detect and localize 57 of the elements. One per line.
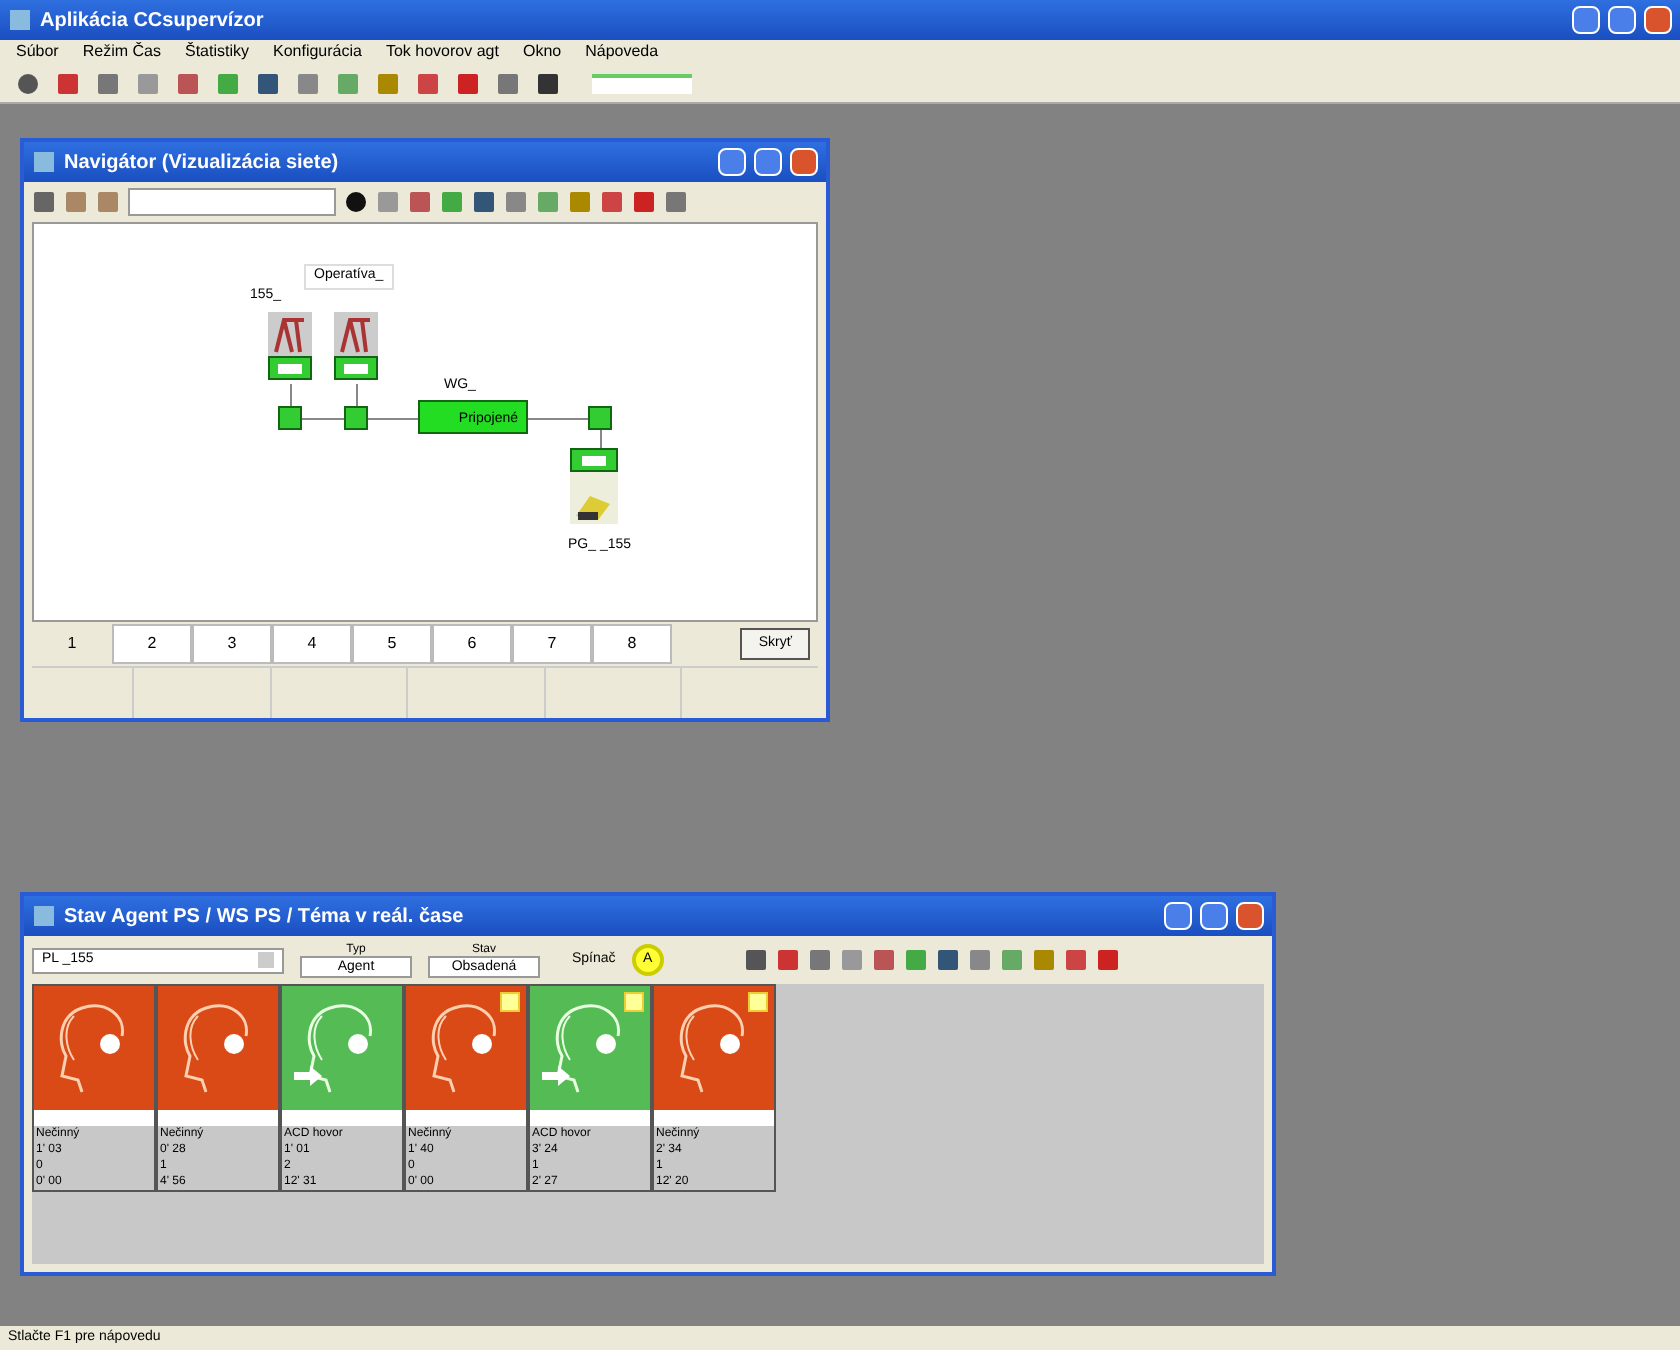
tool-icon[interactable] [632,190,656,214]
flag-marker [624,992,644,1012]
menu-item[interactable]: Tok hovorov agt [385,44,499,60]
name-strip [282,1110,402,1126]
page-tab[interactable]: 5 [352,624,432,664]
dropdown-field[interactable] [128,188,336,216]
page-tab[interactable]: 4 [272,624,352,664]
close-button[interactable] [1236,902,1264,930]
close-button[interactable] [1644,6,1672,34]
window-title: Stav Agent PS / WS PS / Téma v reál. čase [64,903,466,931]
menu-item[interactable]: Konfigurácia [273,44,362,60]
server-node[interactable] [334,312,378,380]
window-title: Navigátor (Vizualizácia siete) [64,149,341,177]
maximize-button[interactable] [1608,6,1636,34]
minimize-button[interactable] [718,148,746,176]
page-tab[interactable]: 7 [512,624,592,664]
pg-node[interactable] [570,448,618,524]
close-button[interactable] [790,148,818,176]
window-icon [32,904,56,928]
window-icon [32,150,56,174]
menu-item[interactable]: Štatistiky [184,44,249,60]
circle-icon[interactable] [16,71,40,95]
tool-icon[interactable] [536,71,560,95]
tool-icon[interactable] [32,190,56,214]
tool-icon[interactable] [935,948,960,972]
name-strip [406,1110,526,1126]
circle-icon[interactable] [344,190,368,214]
maximize-button[interactable] [754,148,782,176]
server-node[interactable] [268,312,312,380]
network-node[interactable] [588,406,612,430]
tool-icon[interactable] [456,71,480,95]
level-indicator [592,73,692,93]
page-tab[interactable]: 6 [432,624,512,664]
tool-icon[interactable] [256,71,280,95]
page-tab[interactable]: 8 [592,624,672,664]
name-strip [654,1110,774,1126]
name-strip [530,1110,650,1126]
name-strip [34,1110,154,1126]
window-icon [8,8,32,32]
flag-marker [748,992,768,1012]
minimize-button[interactable] [1164,902,1192,930]
window-title: Aplikácia CCsupervízor [40,7,266,35]
flag-marker [500,992,520,1012]
page-tab[interactable]: 3 [192,624,272,664]
menu-item[interactable]: Súbor [16,44,59,60]
menu-item[interactable]: Režim Čas [82,44,161,60]
network-node[interactable] [344,406,368,430]
tool-icon[interactable] [743,948,768,972]
maximize-button[interactable] [1200,902,1228,930]
page-tab[interactable]: 2 [112,624,192,664]
menu-item[interactable]: Okno [522,44,562,60]
network-node[interactable] [278,406,302,430]
tool-icon[interactable] [1095,948,1120,972]
tool-icon[interactable] [472,190,496,214]
menu-item[interactable]: Nápoveda [585,44,659,60]
name-strip [158,1110,278,1126]
minimize-button[interactable] [1572,6,1600,34]
